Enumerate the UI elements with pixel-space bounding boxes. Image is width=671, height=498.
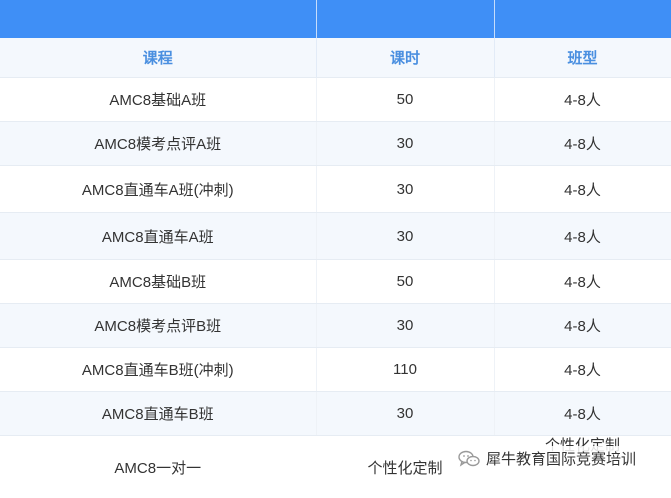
class-type-cell: 4-8人: [494, 348, 671, 392]
class-type-cell: 4-8人: [494, 213, 671, 260]
table-row: AMC8模考点评B班 30 4-8人: [0, 304, 671, 348]
hours-cell: 50: [316, 260, 494, 304]
watermark-text: 犀牛教育国际竞赛培训: [486, 448, 636, 469]
course-cell: AMC8模考点评A班: [0, 122, 316, 166]
class-type-cell: 4-8人: [494, 166, 671, 213]
table-row: AMC8直通车A班(冲刺) 30 4-8人: [0, 166, 671, 213]
hours-cell: 30: [316, 166, 494, 213]
header-row: 课程 课时 班型: [0, 38, 671, 78]
course-cell: AMC8直通车B班: [0, 392, 316, 436]
course-cell: AMC8基础B班: [0, 260, 316, 304]
table-row: AMC8模考点评A班 30 4-8人: [0, 122, 671, 166]
hours-cell: 30: [316, 392, 494, 436]
table-row: AMC8基础A班 50 4-8人: [0, 78, 671, 122]
class-type-cell: 4-8人: [494, 304, 671, 348]
hours-cell: 30: [316, 213, 494, 260]
table-row: AMC8直通车B班(冲刺) 110 4-8人: [0, 348, 671, 392]
top-band-cell: [494, 0, 671, 38]
watermark: 犀牛教育国际竞赛培训: [454, 446, 640, 471]
course-cell: AMC8基础A班: [0, 78, 316, 122]
course-cell: AMC8直通车A班(冲刺): [0, 166, 316, 213]
table-row: AMC8基础B班 50 4-8人: [0, 260, 671, 304]
table-row: AMC8直通车B班 30 4-8人: [0, 392, 671, 436]
class-type-cell: 4-8人: [494, 122, 671, 166]
class-type-cell: 4-8人: [494, 78, 671, 122]
hours-cell: 30: [316, 304, 494, 348]
top-band-cell: [0, 0, 316, 38]
hours-cell: 50: [316, 78, 494, 122]
header-hours: 课时: [316, 38, 494, 78]
header-course: 课程: [0, 38, 316, 78]
course-cell: AMC8直通车A班: [0, 213, 316, 260]
course-cell: AMC8直通车B班(冲刺): [0, 348, 316, 392]
wechat-icon: [458, 450, 480, 468]
header-class-type: 班型: [494, 38, 671, 78]
class-type-cell: 4-8人: [494, 392, 671, 436]
class-type-cell: 4-8人: [494, 260, 671, 304]
hours-cell: 110: [316, 348, 494, 392]
table-row: AMC8直通车A班 30 4-8人: [0, 213, 671, 260]
course-cell: AMC8一对一: [0, 436, 316, 498]
hours-cell: 30: [316, 122, 494, 166]
top-band: [0, 0, 671, 38]
top-band-cell: [316, 0, 494, 38]
course-table: 课程 课时 班型 AMC8基础A班 50 4-8人 AMC8模考点评A班 30 …: [0, 0, 671, 498]
course-cell: AMC8模考点评B班: [0, 304, 316, 348]
